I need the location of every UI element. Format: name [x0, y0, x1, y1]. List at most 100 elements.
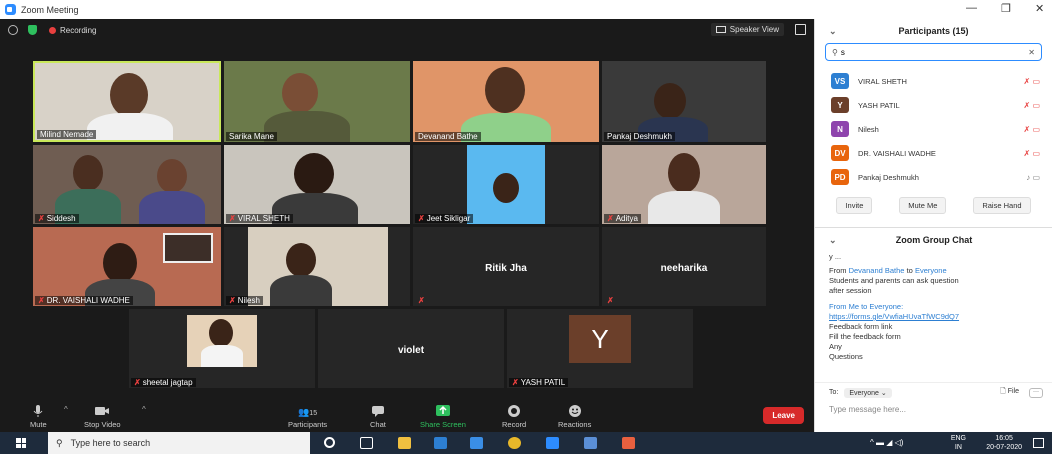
- chat-message-partial: y ...: [829, 252, 842, 261]
- stop-video-button[interactable]: Stop Video: [84, 404, 121, 429]
- video-tile[interactable]: ✗ DR. VAISHALI WADHE: [33, 227, 221, 306]
- chat-icon: [371, 406, 384, 417]
- cortana-icon[interactable]: [324, 437, 335, 448]
- taskbar-search-input[interactable]: ⚲ Type here to search: [48, 432, 310, 454]
- search-value: s: [840, 47, 845, 57]
- leave-button[interactable]: Leave: [763, 407, 804, 424]
- reactions-button[interactable]: Reactions: [558, 404, 591, 429]
- video-tile[interactable]: Sarika Mane: [224, 61, 410, 142]
- file-button[interactable]: 🗋 File: [1000, 387, 1019, 398]
- video-tile[interactable]: ✗ Nilesh: [224, 227, 410, 306]
- app-icon[interactable]: [584, 437, 597, 449]
- avatar: N: [831, 121, 849, 137]
- recording-indicator[interactable]: Recording: [49, 26, 96, 35]
- chevron-up-icon[interactable]: ^: [142, 405, 146, 414]
- record-button[interactable]: Record: [502, 404, 526, 429]
- participant-head: [294, 153, 334, 195]
- chat-message-header: From Me to Everyone:: [829, 302, 904, 311]
- chrome-icon[interactable]: [508, 437, 521, 449]
- zoom-app-icon[interactable]: [546, 437, 559, 449]
- chat-message-line: Any: [829, 342, 842, 351]
- video-tile[interactable]: ✗ Aditya: [602, 145, 766, 224]
- raise-hand-button[interactable]: Raise Hand: [973, 197, 1031, 214]
- info-icon[interactable]: [8, 25, 18, 35]
- minimize-icon[interactable]: —: [966, 2, 977, 14]
- more-icon[interactable]: ···: [1029, 387, 1043, 398]
- mic-muted-icon: ✗: [134, 378, 141, 387]
- mail-icon[interactable]: [470, 437, 483, 449]
- mic-muted-icon: ✗: [229, 214, 236, 223]
- participant-body: [201, 345, 243, 367]
- share-screen-button[interactable]: Share Screen: [420, 404, 466, 429]
- video-tile[interactable]: Pankaj Deshmukh: [602, 61, 766, 142]
- windows-start-icon[interactable]: [16, 438, 26, 448]
- shield-icon[interactable]: [28, 25, 37, 35]
- search-icon: ⚲: [56, 437, 63, 448]
- video-tile[interactable]: Y ✗ YASH PATIL: [507, 309, 693, 388]
- video-tile[interactable]: violet: [318, 309, 504, 388]
- mute-me-button[interactable]: Mute Me: [899, 197, 947, 214]
- chat-title: Zoom Group Chat: [895, 235, 973, 245]
- participants-button[interactable]: 👥15 Participants: [288, 407, 327, 429]
- clock[interactable]: 16:05 20-07-2020: [986, 434, 1022, 452]
- mic-muted-icon: ✗: [607, 296, 614, 305]
- mic-muted-icon[interactable]: ✗ ▭: [1024, 101, 1040, 110]
- participant-row[interactable]: VS VIRAL SHETH ✗ ▭: [815, 69, 1052, 93]
- speaker-view-button[interactable]: Speaker View: [710, 23, 784, 36]
- chat-message-input[interactable]: Type message here...: [829, 405, 906, 414]
- camera-icon: [95, 407, 110, 415]
- video-tile[interactable]: ✗ Jeet Sikligar: [413, 145, 599, 224]
- participant-row[interactable]: PD Pankaj Deshmukh ♪ ▭: [815, 165, 1052, 189]
- microphone-icon[interactable]: ♪ ▭: [1026, 173, 1040, 182]
- mute-button[interactable]: Mute: [30, 404, 47, 429]
- restore-icon[interactable]: ❐: [1001, 2, 1011, 15]
- participant-row[interactable]: DV DR. VAISHALI WADHE ✗ ▭: [815, 141, 1052, 165]
- tile-name: ✗ YASH PATIL: [509, 378, 569, 387]
- windows-taskbar: ⚲ Type here to search ^ ▬ ◢ ◁) ENG IN 16:…: [0, 432, 1052, 454]
- chat-link[interactable]: https://forms.gle/VwfiaHUvaTfWC9dQ7: [815, 312, 1052, 322]
- recipient-select[interactable]: Everyone ⌄: [844, 387, 892, 398]
- video-area: Recording Speaker View Milind Nemade Sar…: [0, 19, 814, 432]
- task-view-icon[interactable]: [360, 437, 373, 449]
- video-tile[interactable]: ✗ VIRAL SHETH: [224, 145, 410, 224]
- mic-muted-icon[interactable]: ✗ ▭: [1024, 77, 1040, 86]
- invite-button[interactable]: Invite: [836, 197, 873, 214]
- participant-search-input[interactable]: ⚲ s ✕: [825, 43, 1042, 61]
- participant-row[interactable]: Y YASH PATIL ✗ ▭: [815, 93, 1052, 117]
- notifications-icon[interactable]: [1033, 438, 1044, 448]
- video-tile[interactable]: ✗ sheetal jagtap: [129, 309, 315, 388]
- clear-search-icon[interactable]: ✕: [1028, 48, 1035, 57]
- participant-body: [139, 191, 205, 224]
- video-tile[interactable]: Devanand Bathe: [413, 61, 599, 142]
- language-indicator[interactable]: ENG IN: [951, 434, 966, 452]
- participant-actions: Invite Mute Me Raise Hand: [815, 197, 1052, 214]
- recording-label: Recording: [60, 25, 97, 35]
- store-icon[interactable]: [434, 437, 447, 449]
- video-tile[interactable]: neeharika ✗: [602, 227, 766, 306]
- mic-muted-icon: ✗: [38, 296, 45, 305]
- app-icon[interactable]: [622, 437, 635, 449]
- chat-button[interactable]: Chat: [370, 404, 386, 429]
- video-tile[interactable]: Ritik Jha ✗: [413, 227, 599, 306]
- participant-head: [157, 159, 187, 193]
- video-tile[interactable]: ✗ Siddesh: [33, 145, 221, 224]
- tile-center-name: neeharika: [660, 263, 708, 275]
- participant-row[interactable]: N Nilesh ✗ ▭: [815, 117, 1052, 141]
- mic-muted-icon[interactable]: ✗ ▭: [1024, 125, 1040, 134]
- chat-message-line: Feedback form link: [829, 322, 893, 331]
- chevron-up-icon[interactable]: ^: [64, 405, 68, 414]
- window-titlebar: Zoom Meeting — ❐ ✕: [0, 0, 1052, 19]
- video-tile[interactable]: Milind Nemade: [33, 61, 221, 142]
- participants-title: Participants (15): [898, 26, 969, 36]
- fullscreen-icon[interactable]: [795, 24, 806, 35]
- file-explorer-icon[interactable]: [398, 437, 411, 449]
- share-screen-icon: [435, 405, 450, 416]
- system-tray-icons[interactable]: ^ ▬ ◢ ◁): [870, 438, 903, 447]
- chevron-down-icon[interactable]: ⌄: [829, 235, 837, 246]
- meeting-toolbar: Mute ^ Stop Video ^ 👥15 Participants Cha…: [0, 396, 814, 432]
- participant-head: [110, 73, 148, 117]
- mic-muted-icon[interactable]: ✗ ▭: [1024, 149, 1040, 158]
- chevron-down-icon[interactable]: ⌄: [829, 26, 837, 37]
- close-icon[interactable]: ✕: [1035, 2, 1044, 15]
- participant-name: DR. VAISHALI WADHE: [858, 148, 936, 158]
